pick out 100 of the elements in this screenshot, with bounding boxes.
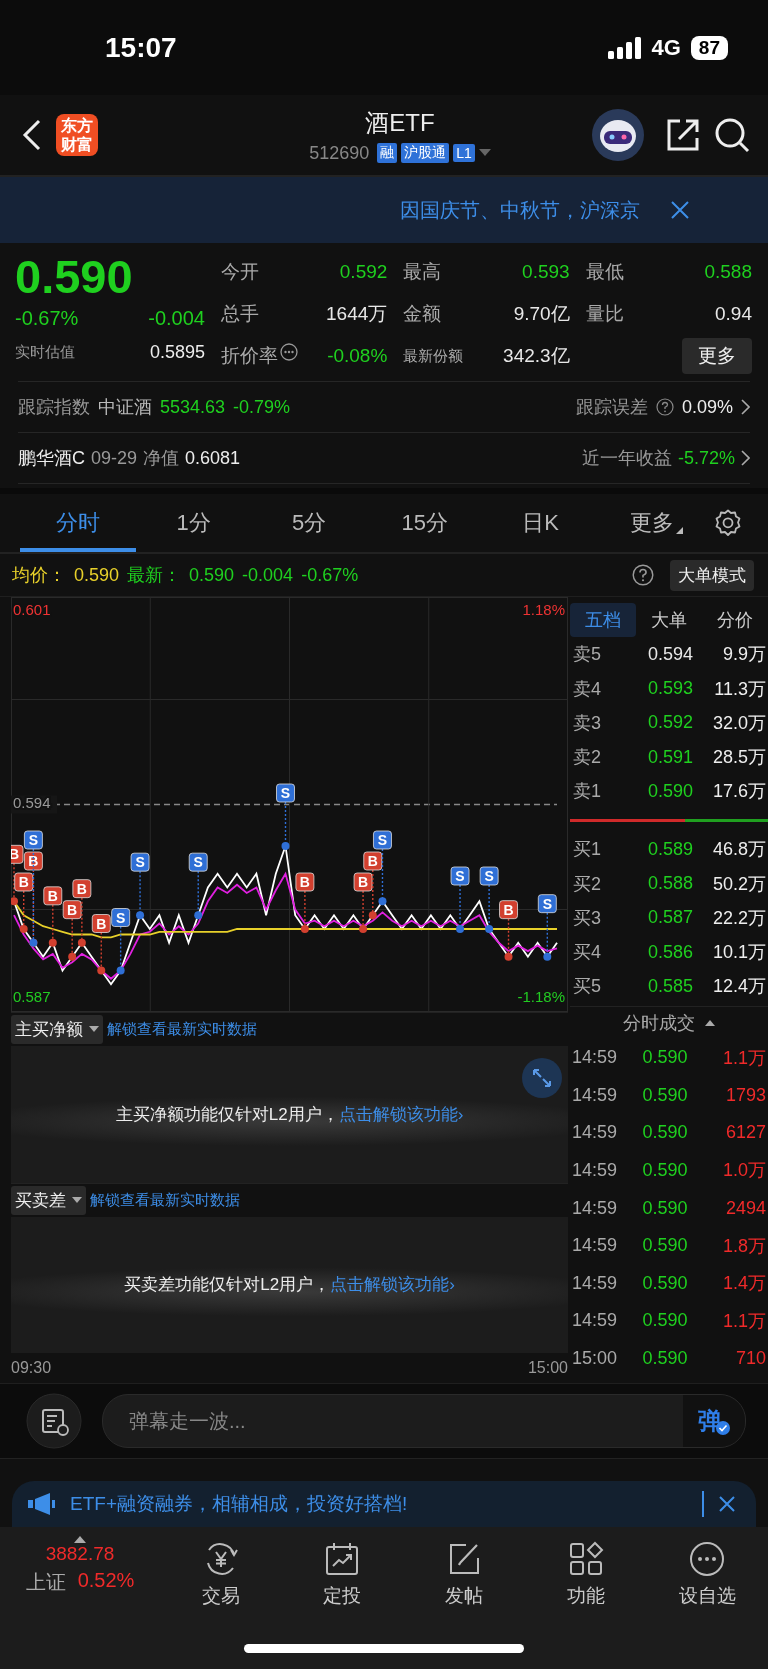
- expand-icon[interactable]: [522, 1058, 562, 1099]
- stat-value: 0.588: [704, 261, 752, 283]
- market-tag: 沪股通: [401, 143, 450, 163]
- unlock-link[interactable]: 点击解锁该功能›: [330, 1275, 455, 1295]
- stat-label: 最低: [585, 260, 624, 284]
- search-icon[interactable]: [714, 117, 750, 153]
- tracking-error-value: 0.09%: [681, 396, 733, 418]
- trade-volume: 1793: [724, 1084, 766, 1106]
- stat-value: 1644万: [326, 302, 388, 326]
- big-order-mode-button[interactable]: 大单模式: [670, 559, 754, 591]
- index-value[interactable]: 3882.78: [45, 1543, 115, 1565]
- settings-icon[interactable]: [714, 509, 743, 537]
- return-label: 近一年收益: [581, 447, 672, 470]
- help-icon[interactable]: [655, 398, 674, 416]
- send-danmaku-button[interactable]: 弹: [683, 1395, 745, 1447]
- chart-tab[interactable]: 1分: [135, 494, 252, 552]
- nav-value: 0.6081: [185, 447, 241, 469]
- buy-marker[interactable]: B: [62, 900, 82, 920]
- caret-icon[interactable]: [74, 1535, 86, 1543]
- buy-marker[interactable]: B: [72, 879, 92, 899]
- sell-marker[interactable]: S: [450, 866, 470, 886]
- sell-marker[interactable]: S: [24, 830, 43, 850]
- trade-volume: 1.0万: [721, 1159, 766, 1183]
- average-price: 0.590: [74, 564, 120, 586]
- stat-value: 0.592: [339, 261, 388, 283]
- notice-text[interactable]: 因国庆节、中秋节，沪深京: [400, 196, 640, 224]
- buy-marker[interactable]: B: [295, 872, 315, 892]
- sell-marker[interactable]: S: [111, 908, 131, 927]
- caret-icon: [89, 1026, 99, 1034]
- nav-item[interactable]: 发帖: [403, 1535, 525, 1609]
- unlock-link[interactable]: 解锁查看最新实时数据: [107, 1020, 257, 1040]
- close-icon[interactable]: [670, 200, 690, 220]
- chevron-icon[interactable]: [741, 399, 750, 415]
- level-label: 买3: [573, 906, 602, 930]
- promo-text[interactable]: ETF+融资融券，相辅相成，投资好搭档!: [70, 1491, 408, 1517]
- chart-tab[interactable]: 5分: [251, 494, 367, 552]
- close-icon[interactable]: [718, 1495, 736, 1513]
- order-book-tab[interactable]: 分价: [702, 603, 768, 638]
- order-book-tab[interactable]: 五档: [570, 603, 636, 638]
- fund-code: 512690: [309, 142, 370, 164]
- index-name[interactable]: 上证: [25, 1569, 66, 1596]
- nav-item[interactable]: 功能: [524, 1535, 647, 1609]
- locked-message: 主买净额功能仅针对L2用户，点击解锁该功能›: [115, 1103, 464, 1126]
- stat-label: 最新份额: [403, 346, 464, 366]
- help-icon[interactable]: [632, 564, 654, 586]
- sell-marker[interactable]: S: [276, 783, 295, 803]
- order-price: 0.593: [646, 678, 693, 700]
- trade-time: 14:59: [572, 1197, 619, 1219]
- buy-marker[interactable]: B: [363, 851, 383, 871]
- nav-item[interactable]: 交易: [160, 1535, 282, 1609]
- chart-tab[interactable]: 更多: [598, 494, 715, 552]
- buy-marker[interactable]: B: [499, 900, 518, 920]
- buy-marker[interactable]: B: [24, 851, 43, 871]
- level-label: 买2: [573, 872, 602, 896]
- order-volume: 17.6万: [711, 780, 766, 804]
- caret-icon[interactable]: [705, 1019, 715, 1027]
- axis-label: 0.587: [13, 988, 51, 1006]
- indicator-dropdown[interactable]: 买卖差: [11, 1185, 86, 1215]
- comment-input[interactable]: 弹幕走一波... 弹: [102, 1394, 746, 1448]
- trade-price: 0.590: [641, 1310, 689, 1332]
- buy-marker[interactable]: B: [43, 886, 63, 906]
- order-volume: 22.2万: [711, 906, 766, 930]
- info-icon[interactable]: [280, 343, 298, 361]
- share-icon[interactable]: [666, 118, 700, 152]
- sell-marker[interactable]: S: [188, 852, 208, 872]
- home-indicator[interactable]: [244, 1643, 524, 1653]
- chart-tab[interactable]: 日K: [482, 494, 599, 552]
- unlock-link[interactable]: 点击解锁该功能›: [338, 1104, 464, 1124]
- more-button[interactable]: 更多: [682, 338, 752, 374]
- change-amount: -0.004: [148, 307, 205, 330]
- sell-marker[interactable]: S: [537, 894, 557, 914]
- stat-label: 量比: [585, 302, 624, 326]
- nav-date: 09-29: [91, 447, 138, 469]
- indicator-dropdown[interactable]: 主买净额: [11, 1015, 103, 1045]
- index-change[interactable]: 0.52%: [77, 1569, 135, 1596]
- buy-marker[interactable]: B: [14, 872, 34, 892]
- nav-item[interactable]: 定投: [281, 1535, 404, 1609]
- order-price: 0.586: [646, 941, 693, 963]
- buy-marker[interactable]: B: [91, 914, 111, 933]
- buy-marker[interactable]: B: [353, 872, 373, 892]
- robot-avatar-icon[interactable]: [592, 109, 644, 161]
- trade-price: 0.590: [641, 1235, 689, 1257]
- sell-marker[interactable]: S: [479, 866, 499, 886]
- trade-volume: 1.1万: [721, 1309, 766, 1333]
- order-volume: 11.3万: [713, 677, 766, 701]
- fund-title: 酒ETF: [365, 107, 435, 138]
- danmaku-settings-icon[interactable]: [26, 1393, 82, 1449]
- chart-tab[interactable]: 15分: [367, 494, 483, 552]
- axis-label: 0.594: [13, 794, 51, 812]
- back-icon[interactable]: [22, 119, 42, 151]
- return-value: -5.72%: [677, 447, 735, 469]
- unlock-link[interactable]: 解锁查看最新实时数据: [90, 1190, 240, 1210]
- sell-marker[interactable]: S: [373, 830, 392, 850]
- nav-item[interactable]: 设自选: [646, 1535, 768, 1609]
- chevron-icon[interactable]: [741, 450, 750, 466]
- market-tag: L1: [453, 144, 475, 162]
- sell-marker[interactable]: S: [130, 852, 150, 872]
- order-book-tab[interactable]: 大单: [636, 603, 702, 638]
- stat-value: 0.593: [522, 261, 570, 283]
- chart-tab[interactable]: 分时: [20, 494, 136, 552]
